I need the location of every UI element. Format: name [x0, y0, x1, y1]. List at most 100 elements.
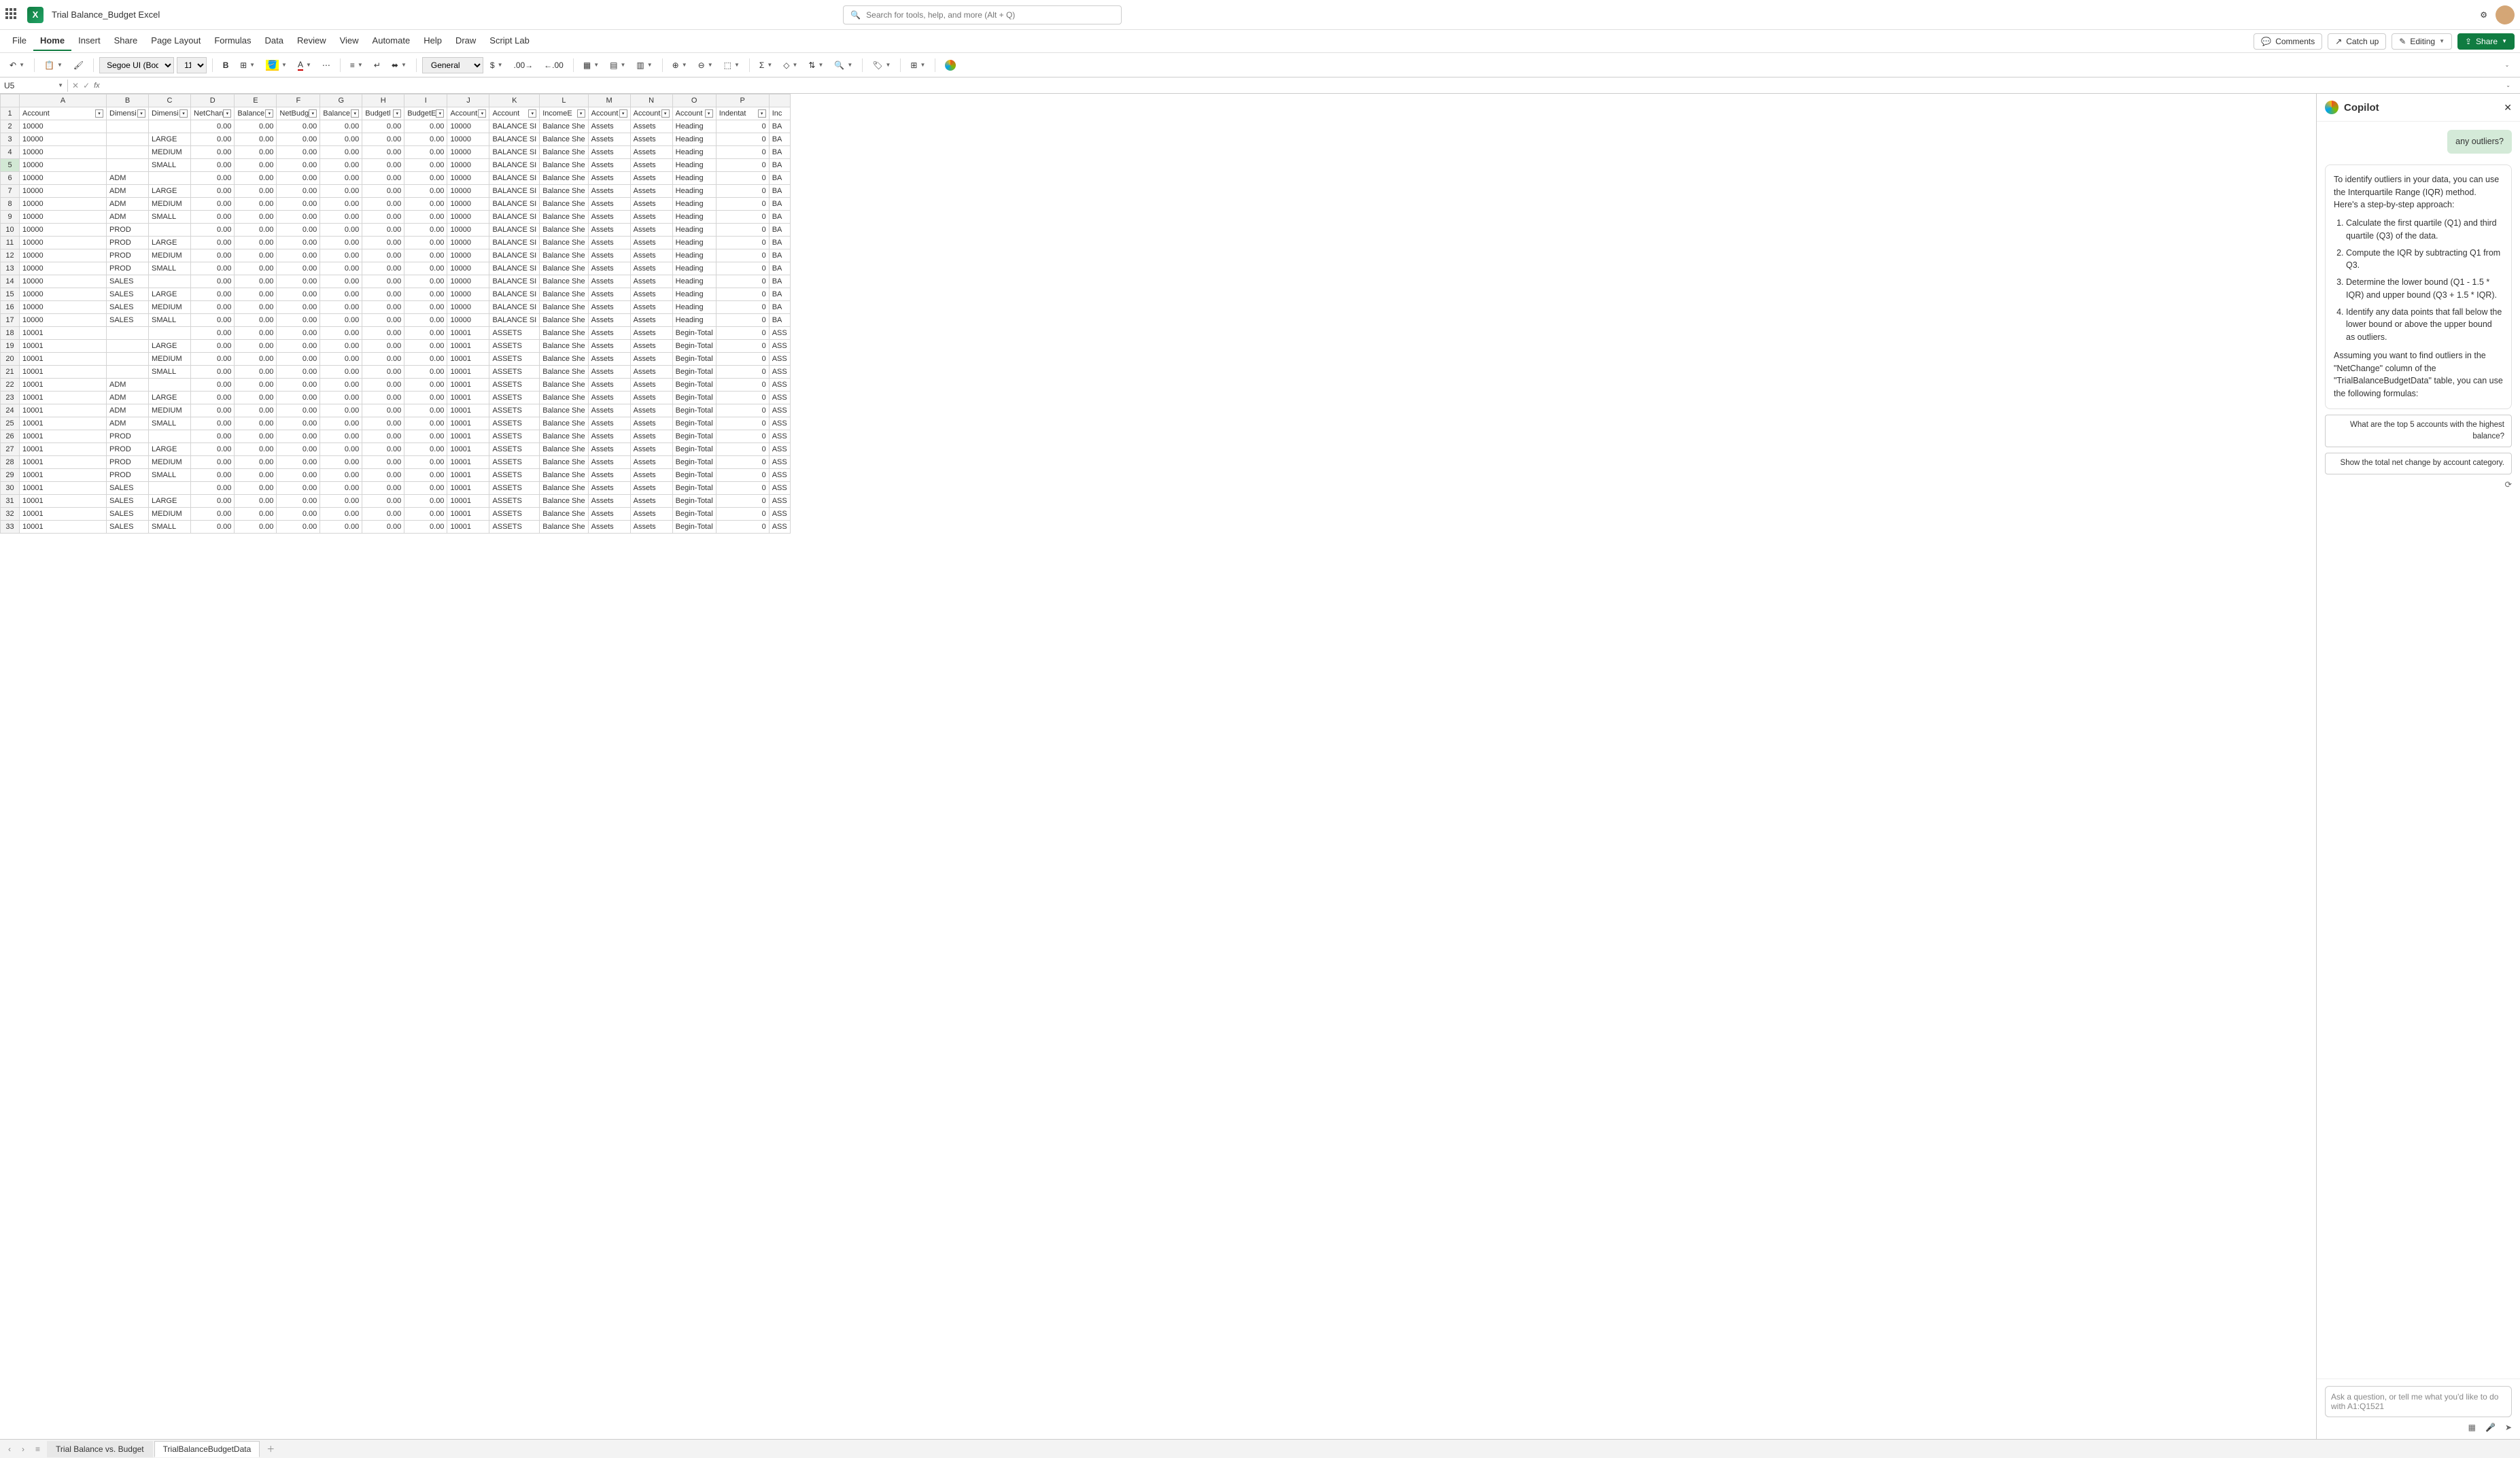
cell[interactable]: Balance She — [540, 275, 588, 288]
cell[interactable]: 0.00 — [191, 340, 235, 353]
cell[interactable]: 0.00 — [362, 469, 404, 482]
table-header-cell[interactable]: Dimensi▾ — [149, 107, 191, 120]
cell[interactable]: 0.00 — [235, 185, 277, 198]
cell[interactable]: 0.00 — [235, 404, 277, 417]
menu-page-layout[interactable]: Page Layout — [144, 31, 207, 51]
send-icon[interactable]: ➤ — [2505, 1423, 2512, 1432]
cell[interactable]: 0.00 — [191, 211, 235, 224]
cell[interactable]: 0.00 — [235, 288, 277, 301]
cell[interactable]: 0.00 — [320, 224, 362, 237]
cell[interactable]: 0.00 — [362, 417, 404, 430]
cell[interactable]: Balance She — [540, 146, 588, 159]
cell[interactable]: Balance She — [540, 249, 588, 262]
cell[interactable]: Balance She — [540, 237, 588, 249]
cell[interactable]: Assets — [588, 456, 630, 469]
cell[interactable]: Assets — [588, 237, 630, 249]
cell[interactable]: 0.00 — [235, 456, 277, 469]
cell[interactable]: SMALL — [149, 417, 191, 430]
filter-icon[interactable]: ▾ — [223, 109, 231, 118]
cell[interactable]: Assets — [588, 430, 630, 443]
cell[interactable]: 10001 — [447, 366, 489, 379]
cell[interactable]: 0.00 — [320, 146, 362, 159]
cell[interactable]: Heading — [672, 301, 716, 314]
cell[interactable]: Assets — [630, 430, 672, 443]
cell[interactable]: 0.00 — [320, 301, 362, 314]
cell[interactable]: BALANCE SI — [489, 172, 540, 185]
cell[interactable]: 0 — [716, 430, 769, 443]
cell[interactable]: 0.00 — [277, 379, 320, 392]
cell[interactable]: 0 — [716, 404, 769, 417]
cell[interactable] — [149, 482, 191, 495]
cell[interactable]: ASSETS — [489, 469, 540, 482]
table-header-cell[interactable]: IncomeE▾ — [540, 107, 588, 120]
table-header-cell[interactable]: NetChan▾ — [191, 107, 235, 120]
cell[interactable]: BALANCE SI — [489, 237, 540, 249]
cell[interactable]: 0.00 — [235, 521, 277, 534]
cell[interactable]: 0.00 — [404, 262, 447, 275]
cell[interactable]: 0.00 — [320, 482, 362, 495]
cell[interactable]: 0.00 — [320, 185, 362, 198]
cell[interactable]: Heading — [672, 172, 716, 185]
cell[interactable]: Balance She — [540, 521, 588, 534]
cell[interactable] — [107, 353, 149, 366]
row-header[interactable]: 30 — [1, 482, 20, 495]
filter-icon[interactable]: ▾ — [309, 109, 317, 118]
cell[interactable]: 0.00 — [191, 327, 235, 340]
cell[interactable]: ASS — [769, 430, 790, 443]
menu-formulas[interactable]: Formulas — [207, 31, 258, 51]
cell[interactable]: 10000 — [447, 262, 489, 275]
copilot-suggestion-2[interactable]: Show the total net change by account cat… — [2325, 453, 2512, 474]
column-header[interactable]: N — [630, 94, 672, 107]
cell[interactable]: 0.00 — [362, 340, 404, 353]
cell[interactable]: 0.00 — [235, 224, 277, 237]
cell[interactable]: Assets — [630, 482, 672, 495]
cell[interactable]: ASSETS — [489, 366, 540, 379]
cell[interactable]: 0.00 — [191, 508, 235, 521]
cell[interactable]: 0.00 — [235, 211, 277, 224]
cell[interactable] — [107, 146, 149, 159]
cell[interactable]: 0.00 — [191, 417, 235, 430]
cell[interactable]: Assets — [588, 120, 630, 133]
cell[interactable]: 10000 — [447, 159, 489, 172]
cell[interactable]: Balance She — [540, 417, 588, 430]
cell[interactable]: ASSETS — [489, 443, 540, 456]
cell[interactable]: Heading — [672, 288, 716, 301]
cell[interactable]: 0 — [716, 482, 769, 495]
cell[interactable]: 10000 — [20, 211, 107, 224]
insert-cells-button[interactable]: ⊕▼ — [668, 56, 691, 74]
table-row[interactable]: 2710001PRODLARGE0.000.000.000.000.000.00… — [1, 443, 791, 456]
cell[interactable]: Assets — [630, 340, 672, 353]
cell[interactable]: 10001 — [20, 443, 107, 456]
cell[interactable]: 10000 — [20, 288, 107, 301]
table-row[interactable]: 2210001ADM0.000.000.000.000.000.0010001A… — [1, 379, 791, 392]
cell[interactable]: 10001 — [447, 340, 489, 353]
cell[interactable]: MEDIUM — [149, 353, 191, 366]
sensitivity-button[interactable]: 🏷▼ — [868, 56, 895, 74]
cell[interactable]: 0 — [716, 159, 769, 172]
cell[interactable]: 10000 — [447, 198, 489, 211]
cell[interactable]: BALANCE SI — [489, 159, 540, 172]
cell[interactable]: PROD — [107, 249, 149, 262]
cell[interactable]: Assets — [630, 456, 672, 469]
cell[interactable]: ASS — [769, 327, 790, 340]
cell[interactable]: Balance She — [540, 366, 588, 379]
cell[interactable]: 0 — [716, 224, 769, 237]
cell[interactable]: 0.00 — [320, 443, 362, 456]
cell[interactable]: BA — [769, 211, 790, 224]
cell[interactable]: 10000 — [447, 211, 489, 224]
cell[interactable]: Assets — [588, 482, 630, 495]
table-row[interactable]: 3110001SALESLARGE0.000.000.000.000.000.0… — [1, 495, 791, 508]
row-header[interactable]: 33 — [1, 521, 20, 534]
cell[interactable]: 0 — [716, 456, 769, 469]
cell[interactable]: 0.00 — [191, 443, 235, 456]
cell[interactable]: 0.00 — [235, 469, 277, 482]
cell[interactable]: 0.00 — [320, 430, 362, 443]
cell[interactable]: BALANCE SI — [489, 262, 540, 275]
cell[interactable]: Assets — [588, 275, 630, 288]
cell[interactable]: 10000 — [447, 237, 489, 249]
menu-automate[interactable]: Automate — [366, 31, 417, 51]
cell[interactable]: 0.00 — [277, 159, 320, 172]
cell[interactable]: 0.00 — [404, 249, 447, 262]
cell[interactable]: 10001 — [20, 482, 107, 495]
cell[interactable]: 0.00 — [404, 120, 447, 133]
